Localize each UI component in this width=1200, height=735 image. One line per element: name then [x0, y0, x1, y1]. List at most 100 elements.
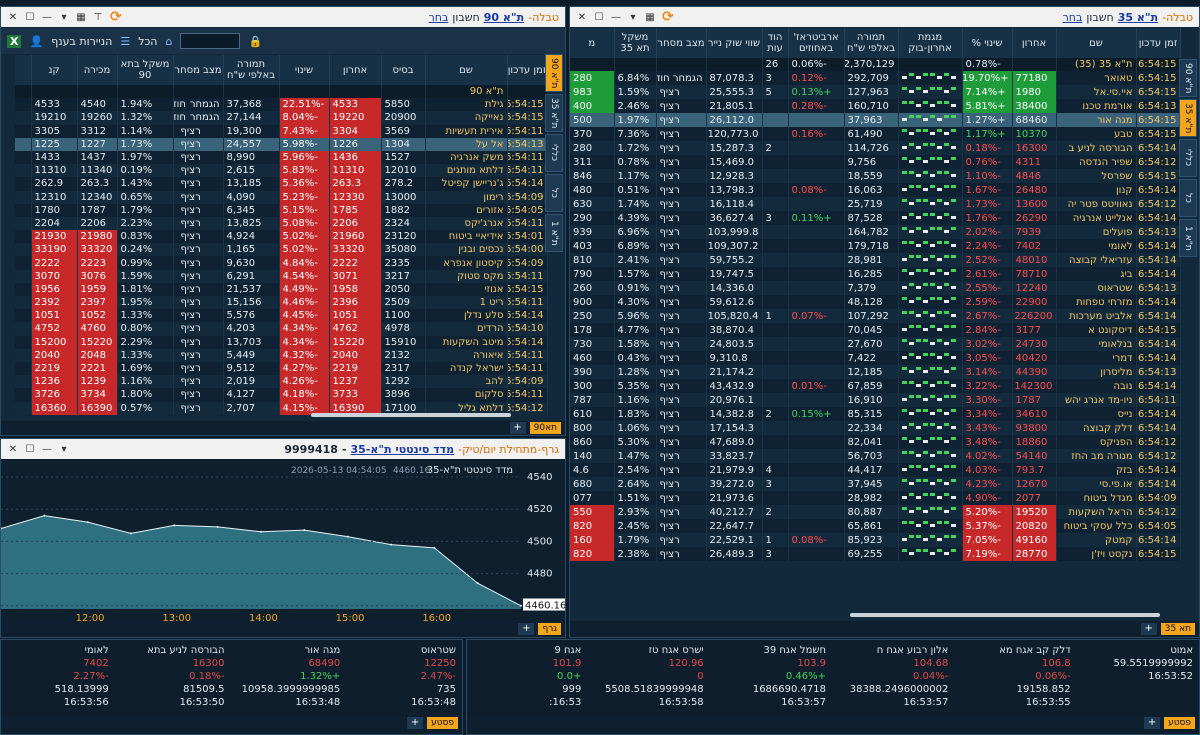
table-row[interactable]: 16:54:14 אלביט מערכות 226200 -2.67% 107,292-… [570, 309, 1181, 324]
vertical-tab[interactable]: ת"א 35 [545, 94, 563, 132]
column-header[interactable]: ארביטראז' באחוזים [788, 28, 845, 58]
table-row[interactable]: 16:54:14 נובה 142300 -3.22% 67,859 -0.01% 43,4… [570, 379, 1181, 394]
horizontal-scrollbar[interactable] [311, 413, 511, 417]
table-row[interactable]: 16:54:15אנוזי20501958-4.49%21,537רציף1.8… [15, 282, 548, 296]
table-row[interactable]: 16:54:13 מליסרון 44390 -3.14% 12,185 21,174.2… [570, 365, 1181, 380]
table-row[interactable]: 16:54:14 או.פי.סי 12670 -4.23% 37,945 3 39,272… [570, 477, 1181, 492]
dropdown-icon[interactable]: ▾ [58, 443, 70, 455]
table-row[interactable]: 16:54:14 מזרחי טפחות 22900 -2.59% 48,128 59,6… [570, 295, 1181, 310]
table-row[interactable]: 16:54:05 כלל עסקי ביטוח 20820 -5.37% 65,861 2… [570, 519, 1181, 534]
table-row[interactable]: 16:54:13אל על13041226-5.98%24,557רציף1.7… [15, 137, 548, 151]
minimize-icon[interactable]: — [41, 11, 53, 23]
vertical-tab[interactable]: כללי [545, 134, 563, 172]
table-row[interactable]: 16:54:15 טבע 10370 +1.17% 61,490 -0.16% 120,77… [570, 127, 1181, 142]
filter-dropdown[interactable]: הניירות בענף [51, 35, 112, 48]
ticker-item[interactable]: אלון רבוע אגח ח 104.68 -0.04% 38388.2496000… [834, 644, 949, 709]
lock-icon[interactable]: 🔒 [248, 35, 262, 48]
table-row[interactable]: 16:54:14ג'נריישן קפיטל278.2263.3-5.36%13… [15, 177, 548, 191]
table-row[interactable]: 16:54:15נאייקה2090019220-8.04%27,144הגמח… [15, 111, 548, 125]
table-row[interactable]: 16:54:12 נאוויטס פטר יה 13600 -1.73% 25,719 1… [570, 197, 1181, 212]
tab-ticker[interactable]: פסטע [1164, 717, 1195, 729]
column-header[interactable]: קנ [31, 55, 78, 85]
home-icon[interactable]: ⌂ [165, 35, 172, 48]
table-row[interactable]: 16:54:11מקס סטוק32173071-4.54%6,291רציף1… [15, 269, 548, 283]
table-row[interactable]: 16:54:11אירית תעשיות35693304-7.43%19,300… [15, 124, 548, 138]
table-row[interactable]: 16:54:11איאורה21322040-4.32%5,449רציף1.3… [15, 348, 548, 362]
table-row[interactable]: 16:54:15 איי.סי.אל 1980 +7.14% 127,963 +0.13%… [570, 85, 1181, 100]
table-row[interactable]: 16:54:11דלתא מותגים1201011310-5.83%2,615… [15, 164, 548, 178]
title-group-link[interactable]: ת"א 35 [1118, 11, 1158, 24]
table-row[interactable]: 16:54:12 שפיר הנדסה 4311 -0.76% 9,756 15,469.… [570, 155, 1181, 170]
select-account-link[interactable]: בחר [1063, 11, 1083, 24]
maximize-icon[interactable]: ☐ [593, 11, 605, 23]
table-row[interactable]: 16:54:14 בנלאומי 24730 -3.02% 27,670 24,803.5… [570, 337, 1181, 352]
table-row[interactable]: 16:54:09רימון1300012330-5.23%4,090רציף0.… [15, 190, 548, 204]
vertical-tab[interactable]: ת"א 35 [1179, 99, 1197, 137]
pin-icon[interactable]: ⊤ [92, 11, 104, 23]
list-icon[interactable]: ☰ [120, 35, 130, 48]
table-row[interactable]: 16:54:15 שפרסל 4846 -1.10% 18,559 12,928.3 רצי… [570, 169, 1181, 184]
column-header[interactable]: מ [570, 28, 615, 58]
table-row[interactable]: 16:54:01אידיאיי ביטוח2312021960-5.02%4,9… [15, 230, 548, 244]
table-row[interactable]: 16:54:14סלע נדלן11001051-4.45%5,576רציף1… [15, 309, 548, 323]
close-icon[interactable]: ✕ [576, 11, 588, 23]
all-dropdown[interactable]: הכל [138, 35, 157, 48]
column-header[interactable]: משקל תא 35 [614, 28, 657, 58]
table-row[interactable]: 16:54:14 אנלייט אנרגיה 26290 -1.76% 87,528 +0… [570, 211, 1181, 226]
column-header[interactable]: שם [425, 55, 508, 85]
column-header[interactable]: משקל בתא 90 [117, 55, 174, 85]
add-tab-button[interactable]: + [509, 422, 526, 434]
column-header[interactable]: מגמת אחרון-בוק [898, 28, 963, 58]
vertical-tab[interactable]: ת"א 1 [1179, 219, 1197, 257]
table-row[interactable]: 16:54:11אנרג'יקס23242206-5.08%13,825רציף… [15, 216, 548, 231]
tab-ta35[interactable]: תא 35 [1160, 623, 1195, 635]
search-input[interactable] [180, 33, 241, 49]
index-area-chart[interactable]: 4460448045004520454012:0013:0014:0015:00… [1, 459, 566, 621]
maximize-icon[interactable]: ☐ [24, 443, 36, 455]
grid-icon[interactable]: ▦ [644, 11, 656, 23]
add-tab-button[interactable]: + [407, 717, 424, 729]
table-row[interactable]: 16:54:09 מגדל ביטוח 2077 -4.90% 28,982 21,973… [570, 491, 1181, 506]
ticker-item[interactable]: מגה אור 68490 +1.32% 10958.3999999985 16:53:… [233, 644, 341, 709]
grid-icon[interactable]: ▦ [75, 11, 87, 23]
table-row[interactable]: 16:54:14 בזק 793.7 -4.03% 44,417 4 21,979.9 רצי… [570, 463, 1181, 478]
ticker-item[interactable]: שטראוס 12250 -2.47% 735 16:53:48 [348, 644, 456, 709]
column-header[interactable]: מכירה [77, 55, 118, 85]
table-row[interactable]: 16:54:14 לאומי 7402 -2.24% 179,718 109,307.2 ר… [570, 239, 1181, 254]
column-header[interactable]: הוד עות [762, 28, 789, 58]
vertical-tab[interactable]: כל [545, 174, 563, 212]
table-row[interactable]: 16:54:11סלקום38963733-4.18%4,127רציף1.80… [15, 388, 548, 402]
column-header[interactable]: תמורה באלפי ש"ח [844, 28, 899, 58]
table-row[interactable]: 16:54:14 ביג 78710 -2.61% 16,285 19,747.5 רציף… [570, 267, 1181, 282]
table-row[interactable]: 16:54:13 פועלים 7939 -2.02% 164,782 103,999.8… [570, 225, 1181, 240]
table-row[interactable]: 16:54:12 מנורה מב החז 54140 -4.02% 56,703 33,… [570, 449, 1181, 464]
vertical-tab[interactable]: ת"א 1 [545, 214, 563, 252]
column-header[interactable]: זמן עדכון [1136, 28, 1181, 58]
close-icon[interactable]: ✕ [7, 443, 19, 455]
maximize-icon[interactable]: ☐ [24, 11, 36, 23]
index-row[interactable]: 16:54:15 ת"א 35 (35) -0.78% 2,370,129 -0.06%… [570, 58, 1181, 72]
table-row[interactable]: 16:54:13 שטראוס 12240 -2.55% 7,379 14,336.0 רצ… [570, 281, 1181, 296]
table-row[interactable]: 16:54:14 עזריאלי קבוצה 48010 -2.52% 28,981 59… [570, 253, 1181, 268]
table-row[interactable]: 16:54:14מיטב השקעות1591015220-4.34%13,70… [15, 335, 548, 349]
table-row[interactable]: 16:54:14 קמטק 49160 -7.05% 85,923 -0.08% 1 22,5… [570, 533, 1181, 548]
table-row[interactable]: 16:54:15 טאואר 77180 +19.70% 292,709 -0.12% 3 8… [570, 71, 1181, 86]
ticker-item[interactable]: חשמל אגח 39 103.9 +0.46% 1686690.4718 16:53:… [712, 644, 826, 709]
table-row[interactable]: 16:54:11משק אנרגיה15271436-5.96%8,990רצי… [15, 150, 548, 165]
table-row[interactable]: 16:54:15 דיסקונט א 3177 -2.84% 70,045 38,870.… [570, 323, 1181, 338]
excel-icon[interactable]: X [7, 34, 22, 48]
add-tab-button[interactable]: + [1144, 717, 1161, 729]
table-row[interactable]: 16:54:09להב12921237-4.26%2,019רציף1.16%1… [15, 375, 548, 389]
table-row[interactable]: 16:54:05אזורים18821785-5.15%6,345רציף1.7… [15, 203, 548, 217]
table-row[interactable]: 16:54:15 מגה אור 68460 +1.27% 37,963 26,112.0… [570, 113, 1181, 128]
table-row[interactable]: 16:54:09קיסטון אנפרא23352222-4.84%9,630ר… [15, 256, 548, 270]
column-header[interactable]: תמורה באלפי ש"ח [223, 55, 280, 85]
table-row[interactable]: 16:54:11 ניו-מד אנרג יהש 1787 -3.30% 16,910 2… [570, 393, 1181, 408]
minimize-icon[interactable]: — [41, 443, 53, 455]
tab-ta90[interactable]: תא90 [529, 422, 561, 434]
column-header[interactable]: זמן עדכון [507, 55, 548, 85]
vertical-tab[interactable]: ת"א 90 [545, 54, 563, 92]
select-account-link[interactable]: בחר [429, 11, 449, 24]
tab-graph[interactable]: גרף [538, 623, 561, 635]
title-group-link[interactable]: ת"א 90 [484, 11, 524, 24]
